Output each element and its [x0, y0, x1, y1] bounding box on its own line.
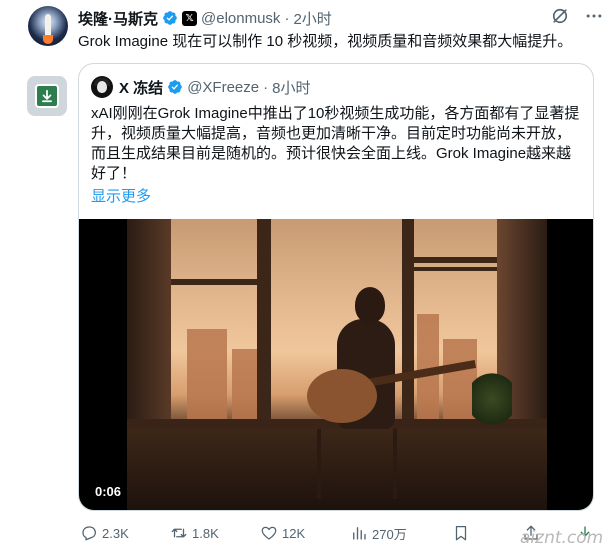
retweet-button[interactable]: 1.8K — [170, 524, 219, 542]
quoted-tweet-card[interactable]: X 冻结 @XFreeze · 8小时 xAI刚刚在Grok Imagine中推… — [78, 63, 594, 511]
quote-text-line: 好了！ — [91, 165, 137, 182]
author-name[interactable]: 埃隆·马斯克 — [78, 8, 158, 29]
guitar-body — [307, 369, 377, 423]
video-player[interactable]: 0:06 — [79, 219, 593, 510]
author-avatar[interactable] — [28, 6, 68, 46]
grok-icon[interactable] — [550, 6, 570, 26]
avatar-face — [97, 81, 107, 93]
window-frame — [414, 257, 497, 263]
quote-time[interactable]: 8小时 — [272, 77, 310, 98]
post-time[interactable]: 2小时 — [293, 8, 331, 29]
quote-author-row: X 冻结 @XFreeze · 8小时 — [119, 77, 310, 98]
more-icon[interactable] — [584, 6, 604, 26]
show-more-link[interactable]: 显示更多 — [91, 185, 151, 206]
quote-author-avatar[interactable] — [91, 76, 113, 98]
x-affiliate-icon: 𝕏 — [182, 10, 197, 26]
quote-text: xAI刚刚在Grok Imagine中推出了10秒视频生成功能，各方面都有了显著… — [91, 104, 583, 184]
city-building — [187, 329, 227, 419]
tweet-text: Grok Imagine 现在可以制作 10 秒视频，视频质量和音频效果都大幅提… — [78, 33, 573, 50]
download-app-icon-inner — [35, 84, 59, 108]
views-button[interactable]: 270万 — [350, 524, 407, 543]
views-icon — [353, 527, 366, 540]
quote-text-line: 而且生成结果目前是随机的。预计很快会全面上线。Grok Imagine越来越 — [91, 145, 572, 162]
separator-dot: · — [263, 78, 269, 96]
reply-count: 2.3K — [102, 525, 129, 541]
person-head — [355, 287, 385, 323]
view-count: 270万 — [372, 526, 407, 542]
verified-icon — [168, 80, 183, 94]
plant-silhouette — [472, 369, 512, 429]
reply-button[interactable]: 2.3K — [80, 524, 129, 542]
video-thumbnail — [127, 219, 547, 510]
like-count: 12K — [282, 525, 306, 541]
download-app-icon[interactable] — [27, 76, 67, 116]
verified-icon — [163, 11, 177, 25]
window-frame — [402, 219, 414, 424]
bookmark-button[interactable] — [452, 524, 470, 542]
quote-author-handle[interactable]: @XFreeze — [187, 79, 259, 96]
window-frame — [257, 219, 271, 424]
like-button[interactable]: 12K — [260, 524, 305, 542]
reply-icon — [82, 526, 97, 541]
author-row: 埃隆·马斯克 𝕏 @elonmusk · 2小时 — [78, 8, 332, 28]
author-handle[interactable]: @elonmusk — [201, 10, 280, 27]
tweet: 埃隆·马斯克 𝕏 @elonmusk · 2小时 Grok Imagine 现在… — [0, 0, 612, 555]
window-frame — [171, 279, 257, 285]
quote-text-line: 升，视频质量大幅提高，音频也更加清晰干净。目前定时功能尚未开放， — [91, 125, 572, 142]
stool-silhouette — [317, 429, 397, 499]
retweet-count: 1.8K — [192, 525, 219, 541]
retweet-icon — [171, 528, 187, 538]
quote-text-line: xAI刚刚在Grok Imagine中推出了10秒视频生成功能，各方面都有了显著… — [91, 105, 580, 122]
site-watermark: aiznt.com — [520, 528, 604, 548]
bookmark-icon — [455, 525, 467, 541]
video-duration-badge: 0:06 — [89, 482, 128, 502]
window-frame — [414, 267, 497, 271]
arrow-down-icon — [42, 89, 52, 103]
separator-dot: · — [284, 9, 290, 27]
quote-author-name[interactable]: X 冻结 — [119, 77, 163, 98]
like-icon — [261, 526, 277, 540]
top-actions — [550, 6, 604, 26]
rocket-flame — [43, 35, 53, 44]
